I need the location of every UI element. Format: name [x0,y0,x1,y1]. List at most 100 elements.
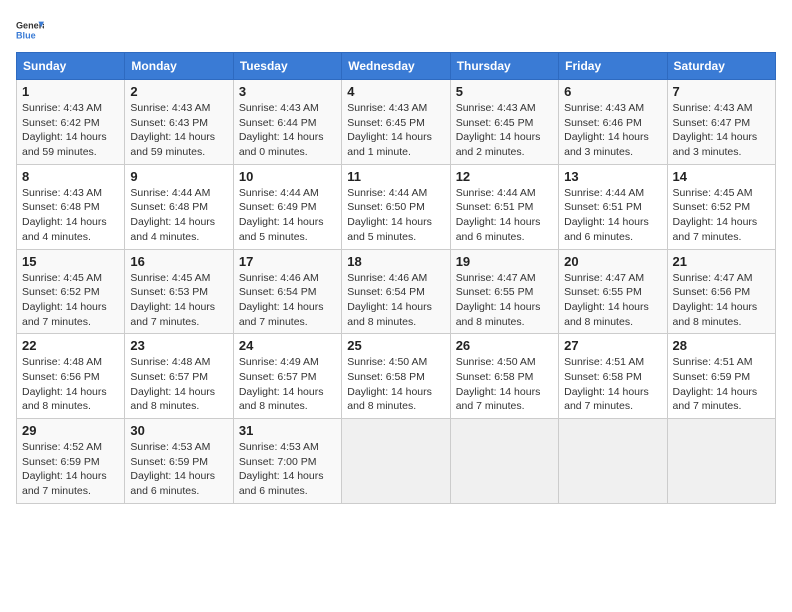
weekday-header-wednesday: Wednesday [342,53,450,80]
day-number: 7 [673,84,770,99]
calendar-cell: 10 Sunrise: 4:44 AMSunset: 6:49 PMDayligh… [233,164,341,249]
day-info: Sunrise: 4:51 AMSunset: 6:58 PMDaylight:… [564,355,661,414]
day-info: Sunrise: 4:43 AMSunset: 6:45 PMDaylight:… [347,101,444,160]
day-number: 30 [130,423,227,438]
day-number: 19 [456,254,553,269]
calendar-week-row: 15Sunrise: 4:45 AMSunset: 6:52 PMDayligh… [17,249,776,334]
day-info: Sunrise: 4:47 AMSunset: 6:55 PMDaylight:… [564,271,661,330]
day-info: Sunrise: 4:51 AMSunset: 6:59 PMDaylight:… [673,355,770,414]
day-number: 22 [22,338,119,353]
day-number: 8 [22,169,119,184]
calendar-cell [559,419,667,504]
calendar-cell: 13Sunrise: 4:44 AMSunset: 6:51 PMDayligh… [559,164,667,249]
day-info: Sunrise: 4:53 AMSunset: 7:00 PMDaylight:… [239,440,336,499]
calendar-cell: 18 Sunrise: 4:46 AMSunset: 6:54 PMDayligh… [342,249,450,334]
calendar-cell: 14 Sunrise: 4:45 AMSunset: 6:52 PMDayligh… [667,164,775,249]
day-number: 16 [130,254,227,269]
day-number: 20 [564,254,661,269]
day-info: Sunrise: 4:48 AMSunset: 6:56 PMDaylight:… [22,355,119,414]
day-info: Sunrise: 4:43 AMSunset: 6:44 PMDaylight:… [239,101,336,160]
calendar-cell: 27 Sunrise: 4:51 AMSunset: 6:58 PMDayligh… [559,334,667,419]
logo: General Blue [16,16,44,44]
day-info: Sunrise: 4:47 AMSunset: 6:56 PMDaylight:… [673,271,770,330]
calendar-cell: 21 Sunrise: 4:47 AMSunset: 6:56 PMDayligh… [667,249,775,334]
calendar-table: SundayMondayTuesdayWednesdayThursdayFrid… [16,52,776,504]
calendar-cell: 17Sunrise: 4:46 AMSunset: 6:54 PMDayligh… [233,249,341,334]
day-number: 29 [22,423,119,438]
day-info: Sunrise: 4:45 AMSunset: 6:53 PMDaylight:… [130,271,227,330]
day-info: Sunrise: 4:45 AMSunset: 6:52 PMDaylight:… [22,271,119,330]
calendar-cell: 26 Sunrise: 4:50 AMSunset: 6:58 PMDayligh… [450,334,558,419]
calendar-week-row: 29 Sunrise: 4:52 AMSunset: 6:59 PMDayligh… [17,419,776,504]
calendar-week-row: 8 Sunrise: 4:43 AMSunset: 6:48 PMDaylight… [17,164,776,249]
day-number: 26 [456,338,553,353]
calendar-header-row: SundayMondayTuesdayWednesdayThursdayFrid… [17,53,776,80]
calendar-week-row: 1 Sunrise: 4:43 AMSunset: 6:42 PMDaylight… [17,80,776,165]
day-info: Sunrise: 4:43 AMSunset: 6:42 PMDaylight:… [22,101,119,160]
calendar-cell: 4 Sunrise: 4:43 AMSunset: 6:45 PMDaylight… [342,80,450,165]
calendar-cell: 24 Sunrise: 4:49 AMSunset: 6:57 PMDayligh… [233,334,341,419]
day-info: Sunrise: 4:50 AMSunset: 6:58 PMDaylight:… [456,355,553,414]
weekday-header-thursday: Thursday [450,53,558,80]
day-number: 1 [22,84,119,99]
day-info: Sunrise: 4:45 AMSunset: 6:52 PMDaylight:… [673,186,770,245]
calendar-cell: 9 Sunrise: 4:44 AMSunset: 6:48 PMDaylight… [125,164,233,249]
day-info: Sunrise: 4:44 AMSunset: 6:51 PMDaylight:… [564,186,661,245]
day-number: 2 [130,84,227,99]
day-number: 24 [239,338,336,353]
weekday-header-saturday: Saturday [667,53,775,80]
calendar-cell: 23Sunrise: 4:48 AMSunset: 6:57 PMDayligh… [125,334,233,419]
day-info: Sunrise: 4:46 AMSunset: 6:54 PMDaylight:… [347,271,444,330]
day-number: 28 [673,338,770,353]
day-number: 21 [673,254,770,269]
day-info: Sunrise: 4:43 AMSunset: 6:43 PMDaylight:… [130,101,227,160]
calendar-cell: 15Sunrise: 4:45 AMSunset: 6:52 PMDayligh… [17,249,125,334]
calendar-cell [450,419,558,504]
day-number: 14 [673,169,770,184]
calendar-cell: 22 Sunrise: 4:48 AMSunset: 6:56 PMDayligh… [17,334,125,419]
page-header: General Blue [16,16,776,44]
day-info: Sunrise: 4:43 AMSunset: 6:46 PMDaylight:… [564,101,661,160]
calendar-cell: 7 Sunrise: 4:43 AMSunset: 6:47 PMDaylight… [667,80,775,165]
day-info: Sunrise: 4:43 AMSunset: 6:45 PMDaylight:… [456,101,553,160]
weekday-header-friday: Friday [559,53,667,80]
calendar-cell: 30Sunrise: 4:53 AMSunset: 6:59 PMDayligh… [125,419,233,504]
day-number: 6 [564,84,661,99]
day-info: Sunrise: 4:50 AMSunset: 6:58 PMDaylight:… [347,355,444,414]
day-info: Sunrise: 4:44 AMSunset: 6:49 PMDaylight:… [239,186,336,245]
day-info: Sunrise: 4:46 AMSunset: 6:54 PMDaylight:… [239,271,336,330]
calendar-cell: 1 Sunrise: 4:43 AMSunset: 6:42 PMDaylight… [17,80,125,165]
day-info: Sunrise: 4:44 AMSunset: 6:48 PMDaylight:… [130,186,227,245]
weekday-header-sunday: Sunday [17,53,125,80]
day-number: 11 [347,169,444,184]
calendar-cell: 16 Sunrise: 4:45 AMSunset: 6:53 PMDayligh… [125,249,233,334]
day-number: 23 [130,338,227,353]
day-info: Sunrise: 4:44 AMSunset: 6:51 PMDaylight:… [456,186,553,245]
calendar-cell: 8 Sunrise: 4:43 AMSunset: 6:48 PMDaylight… [17,164,125,249]
svg-text:Blue: Blue [16,30,36,40]
day-number: 27 [564,338,661,353]
day-info: Sunrise: 4:44 AMSunset: 6:50 PMDaylight:… [347,186,444,245]
calendar-cell: 19Sunrise: 4:47 AMSunset: 6:55 PMDayligh… [450,249,558,334]
day-info: Sunrise: 4:43 AMSunset: 6:48 PMDaylight:… [22,186,119,245]
day-number: 9 [130,169,227,184]
day-number: 25 [347,338,444,353]
day-info: Sunrise: 4:49 AMSunset: 6:57 PMDaylight:… [239,355,336,414]
day-number: 18 [347,254,444,269]
day-number: 31 [239,423,336,438]
day-number: 4 [347,84,444,99]
weekday-header-tuesday: Tuesday [233,53,341,80]
day-number: 5 [456,84,553,99]
calendar-cell: 29 Sunrise: 4:52 AMSunset: 6:59 PMDayligh… [17,419,125,504]
calendar-cell: 6 Sunrise: 4:43 AMSunset: 6:46 PMDaylight… [559,80,667,165]
calendar-cell: 28 Sunrise: 4:51 AMSunset: 6:59 PMDayligh… [667,334,775,419]
logo-icon: General Blue [16,16,44,44]
calendar-cell: 11 Sunrise: 4:44 AMSunset: 6:50 PMDayligh… [342,164,450,249]
calendar-cell [342,419,450,504]
day-info: Sunrise: 4:43 AMSunset: 6:47 PMDaylight:… [673,101,770,160]
day-number: 10 [239,169,336,184]
day-info: Sunrise: 4:52 AMSunset: 6:59 PMDaylight:… [22,440,119,499]
calendar-cell: 31 Sunrise: 4:53 AMSunset: 7:00 PMDayligh… [233,419,341,504]
calendar-week-row: 22 Sunrise: 4:48 AMSunset: 6:56 PMDayligh… [17,334,776,419]
calendar-cell: 5 Sunrise: 4:43 AMSunset: 6:45 PMDaylight… [450,80,558,165]
